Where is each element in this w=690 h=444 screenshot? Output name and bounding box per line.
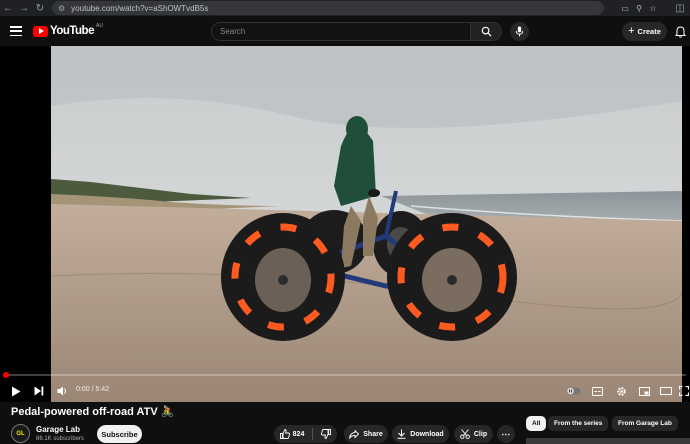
settings-button[interactable] xyxy=(613,380,629,402)
share-button[interactable]: Share xyxy=(344,425,388,443)
masthead: YouTube AU Search + Create xyxy=(0,16,690,46)
vehicle-front-wheel-right xyxy=(387,213,517,341)
forward-icon[interactable]: → xyxy=(16,0,32,16)
clip-label: Clip xyxy=(473,430,488,438)
mute-button[interactable] xyxy=(54,380,70,402)
next-button[interactable] xyxy=(31,380,47,402)
more-icon: ⋯ xyxy=(501,428,511,439)
youtube-logo[interactable]: YouTube AU xyxy=(33,23,103,37)
video-player[interactable]: 0:00 / 5:42 xyxy=(0,46,690,402)
zoom-icon[interactable]: ⚲ xyxy=(632,1,646,15)
like-divider xyxy=(312,428,314,440)
download-icon xyxy=(397,429,406,439)
progress-scrubber[interactable] xyxy=(3,372,10,378)
share-label: Share xyxy=(363,430,383,438)
url-text: youtube.com/watch?v=aShOWTvdB5s xyxy=(71,3,209,13)
search-input[interactable]: Search xyxy=(211,22,471,41)
subtitles-button[interactable] xyxy=(589,380,605,402)
clip-button[interactable]: Clip xyxy=(454,425,493,443)
fullscreen-icon xyxy=(678,386,689,396)
autoplay-toggle-icon xyxy=(566,387,580,395)
like-button[interactable]: 824 xyxy=(279,429,305,439)
reload-icon[interactable]: ↻ xyxy=(32,0,48,16)
channel-name[interactable]: Garage Lab xyxy=(36,425,80,434)
like-count: 824 xyxy=(292,430,305,438)
autoplay-toggle[interactable] xyxy=(564,380,582,402)
like-dislike-group: 824 xyxy=(274,425,337,443)
fullscreen-button[interactable] xyxy=(677,380,690,402)
miniplayer-icon xyxy=(638,386,650,396)
chip-all[interactable]: All xyxy=(526,416,547,431)
theater-mode-button[interactable] xyxy=(658,380,674,402)
vehicle-front-wheel-left xyxy=(221,213,345,341)
theater-icon xyxy=(660,387,672,395)
plus-icon: + xyxy=(628,25,635,37)
bell-icon xyxy=(674,26,686,38)
voice-search-button[interactable] xyxy=(510,22,529,41)
browser-actions: ▭ ⚲ ☆ xyxy=(618,1,660,15)
channel-initials: GL xyxy=(16,430,25,437)
more-actions-button[interactable]: ⋯ xyxy=(497,425,515,443)
dislike-icon xyxy=(321,429,332,439)
dislike-button[interactable] xyxy=(321,429,332,439)
create-button[interactable]: + Create xyxy=(622,22,667,41)
recommended-video-thumbnail[interactable] xyxy=(526,438,690,444)
video-scene xyxy=(51,46,682,402)
like-icon xyxy=(279,429,290,439)
next-icon xyxy=(34,386,44,396)
play-icon xyxy=(12,386,21,396)
volume-icon xyxy=(57,386,66,396)
star-icon[interactable]: ☆ xyxy=(646,1,660,15)
subscriber-count: 86.1K subscribers xyxy=(36,436,85,442)
chip-from-channel[interactable]: From Garage Lab xyxy=(612,416,678,431)
video-title: Pedal-powered off-road ATV 🚴 xyxy=(11,406,175,418)
menu-icon[interactable] xyxy=(10,26,22,36)
extensions-icon[interactable]: ◫ xyxy=(672,0,688,16)
back-icon[interactable]: ← xyxy=(0,0,16,16)
cast-icon[interactable]: ▭ xyxy=(618,1,632,15)
tune-icon[interactable]: ⚙ xyxy=(58,4,65,13)
clip-icon xyxy=(460,429,470,439)
address-bar[interactable]: ⚙ youtube.com/watch?v=aShOWTvdB5s xyxy=(52,1,604,15)
subtitles-icon xyxy=(591,386,603,396)
region-code: AU xyxy=(95,23,103,29)
play-button[interactable] xyxy=(8,380,24,402)
mic-icon xyxy=(515,26,524,37)
chip-from-the-series[interactable]: From the series xyxy=(548,416,609,431)
download-button[interactable]: Download xyxy=(392,425,449,443)
create-label: Create xyxy=(637,27,661,36)
logo-text: YouTube xyxy=(50,25,94,37)
video-frame[interactable] xyxy=(51,46,682,402)
player-controls: 0:00 / 5:42 xyxy=(0,380,690,402)
progress-bar[interactable] xyxy=(4,374,686,376)
youtube-play-icon xyxy=(33,25,48,37)
download-label: Download xyxy=(410,430,444,438)
miniplayer-button[interactable] xyxy=(636,380,652,402)
notifications-button[interactable] xyxy=(673,25,687,39)
search-icon xyxy=(481,26,492,37)
settings-icon xyxy=(616,386,626,396)
subscribe-button[interactable]: Subscribe xyxy=(97,425,142,443)
channel-avatar[interactable]: GL xyxy=(11,424,30,443)
share-icon xyxy=(349,429,360,439)
time-display: 0:00 / 5:42 xyxy=(76,386,110,393)
browser-toolbar: ← → ↻ ⚙ youtube.com/watch?v=aShOWTvdB5s … xyxy=(0,0,690,16)
search-placeholder: Search xyxy=(220,27,246,36)
search-button[interactable] xyxy=(471,22,502,41)
